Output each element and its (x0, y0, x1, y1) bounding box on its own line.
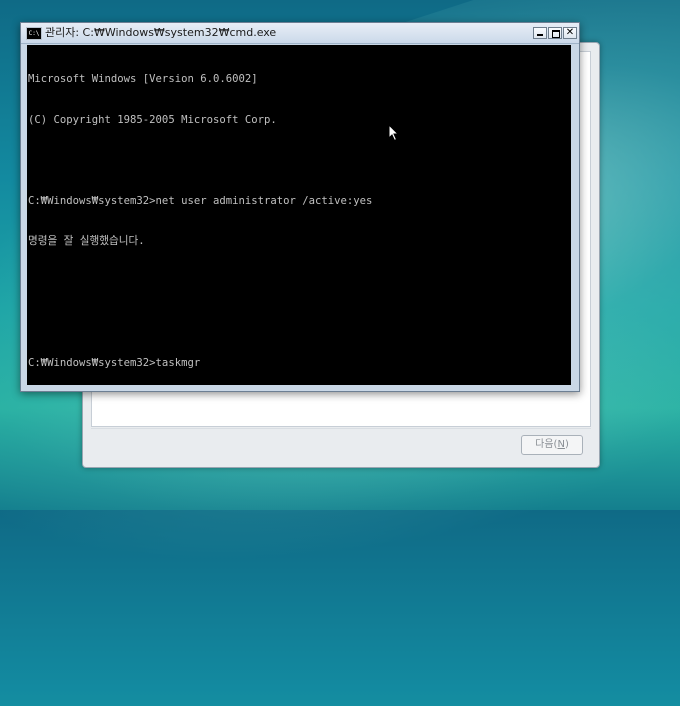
console-line: (C) Copyright 1985-2005 Microsoft Corp. (28, 113, 277, 126)
setup-dialog-divider (91, 428, 591, 429)
console-lines: Microsoft Windows [Version 6.0.6002] (C)… (28, 46, 372, 385)
close-icon: ✕ (565, 27, 575, 38)
next-button[interactable]: 다음(N) (521, 435, 583, 455)
next-button-accelerator: N (557, 439, 565, 450)
console-scrollbar[interactable] (572, 45, 578, 385)
cmd-window[interactable]: C:\ 관리자: C:₩Windows₩system32₩cmd.exe ✕ M… (20, 22, 580, 392)
cmd-icon[interactable]: C:\ (26, 27, 42, 40)
next-button-label-close: ) (564, 439, 569, 450)
console-line: Microsoft Windows [Version 6.0.6002] (28, 73, 258, 85)
console-line: C:₩Windows₩system32>taskmgr (28, 356, 201, 369)
close-button[interactable]: ✕ (563, 27, 577, 39)
cmd-titlebar[interactable]: C:\ 관리자: C:₩Windows₩system32₩cmd.exe ✕ (21, 23, 579, 44)
minimize-icon (537, 34, 543, 36)
minimize-button[interactable] (533, 27, 547, 39)
console-line: 명령을 잘 실행했습니다. (28, 235, 145, 247)
cmd-window-title: 관리자: C:₩Windows₩system32₩cmd.exe (45, 26, 277, 39)
console-output[interactable]: Microsoft Windows [Version 6.0.6002] (C)… (27, 45, 571, 385)
maximize-button[interactable] (548, 27, 562, 39)
maximize-icon (552, 30, 560, 38)
mouse-pointer-icon (388, 124, 400, 142)
console-line: C:₩Windows₩system32>net user administrat… (28, 194, 373, 207)
next-button-label: 다음( (535, 439, 558, 450)
